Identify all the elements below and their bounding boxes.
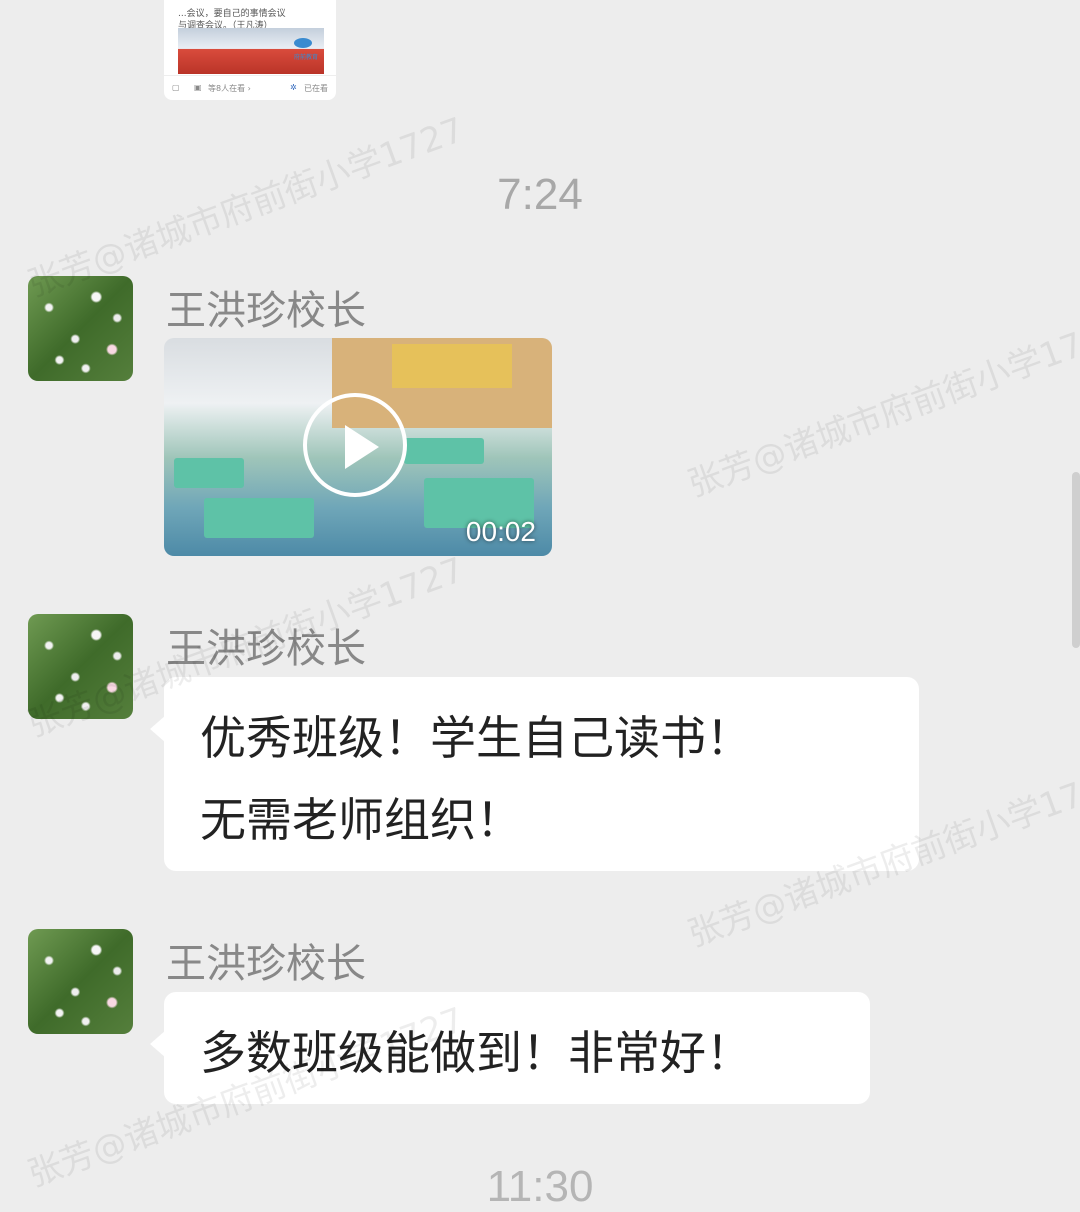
viewers-icon: ▣ [194,83,202,92]
watermark: 张芳@诸城市府前街小学1727 [682,310,1080,506]
message-bubble[interactable]: 优秀班级！学生自己读书！ 无需老师组织！ [150,677,919,871]
video-thumbnail-desk [404,438,484,464]
video-duration: 00:02 [465,516,536,547]
sender-name: 王洪珍校长 [166,941,366,987]
video-thumbnail-board [392,344,512,388]
video-thumbnail-desk [204,498,314,538]
article-image-logo-text: 府前教育 [293,54,318,61]
avatar[interactable] [28,929,133,1034]
article-card[interactable]: ...会议，要自己的事情会议 与调查会议。（王凡涛） 府前教育 ▢ ▣ 等8人在… [164,0,336,100]
avatar[interactable] [28,276,133,381]
play-icon[interactable] [303,393,407,497]
article-snippet-line1: ...会议，要自己的事情会议 [178,9,286,19]
play-triangle [345,425,379,469]
already-viewing-label[interactable]: 已在看 [304,83,328,94]
message-text-line: 多数班级能做到！非常好！ [200,1026,752,1080]
scrollbar[interactable] [1072,472,1080,648]
avatar[interactable] [28,614,133,719]
message-bubble[interactable]: 多数班级能做到！非常好！ [150,992,870,1104]
article-image: 府前教育 [178,28,324,74]
time-divider: 7:24 [497,170,583,219]
sender-name: 王洪珍校长 [166,626,366,672]
viewers-count[interactable]: 等8人在看 › [208,83,251,94]
gear-icon: ✲ [290,83,297,92]
sender-name: 王洪珍校长 [166,288,366,334]
video-thumbnail-desk [174,458,244,488]
school-logo-icon [294,38,312,48]
comment-icon[interactable]: ▢ [172,83,180,92]
time-divider: 11:30 [486,1162,594,1211]
message-text-line: 优秀班级！学生自己读书！ [200,711,752,765]
video-message[interactable]: 00:02 [164,338,552,556]
article-footer: ▢ ▣ 等8人在看 › ✲ 已在看 [164,75,336,100]
message-text-line: 无需老师组织！ [200,793,522,847]
